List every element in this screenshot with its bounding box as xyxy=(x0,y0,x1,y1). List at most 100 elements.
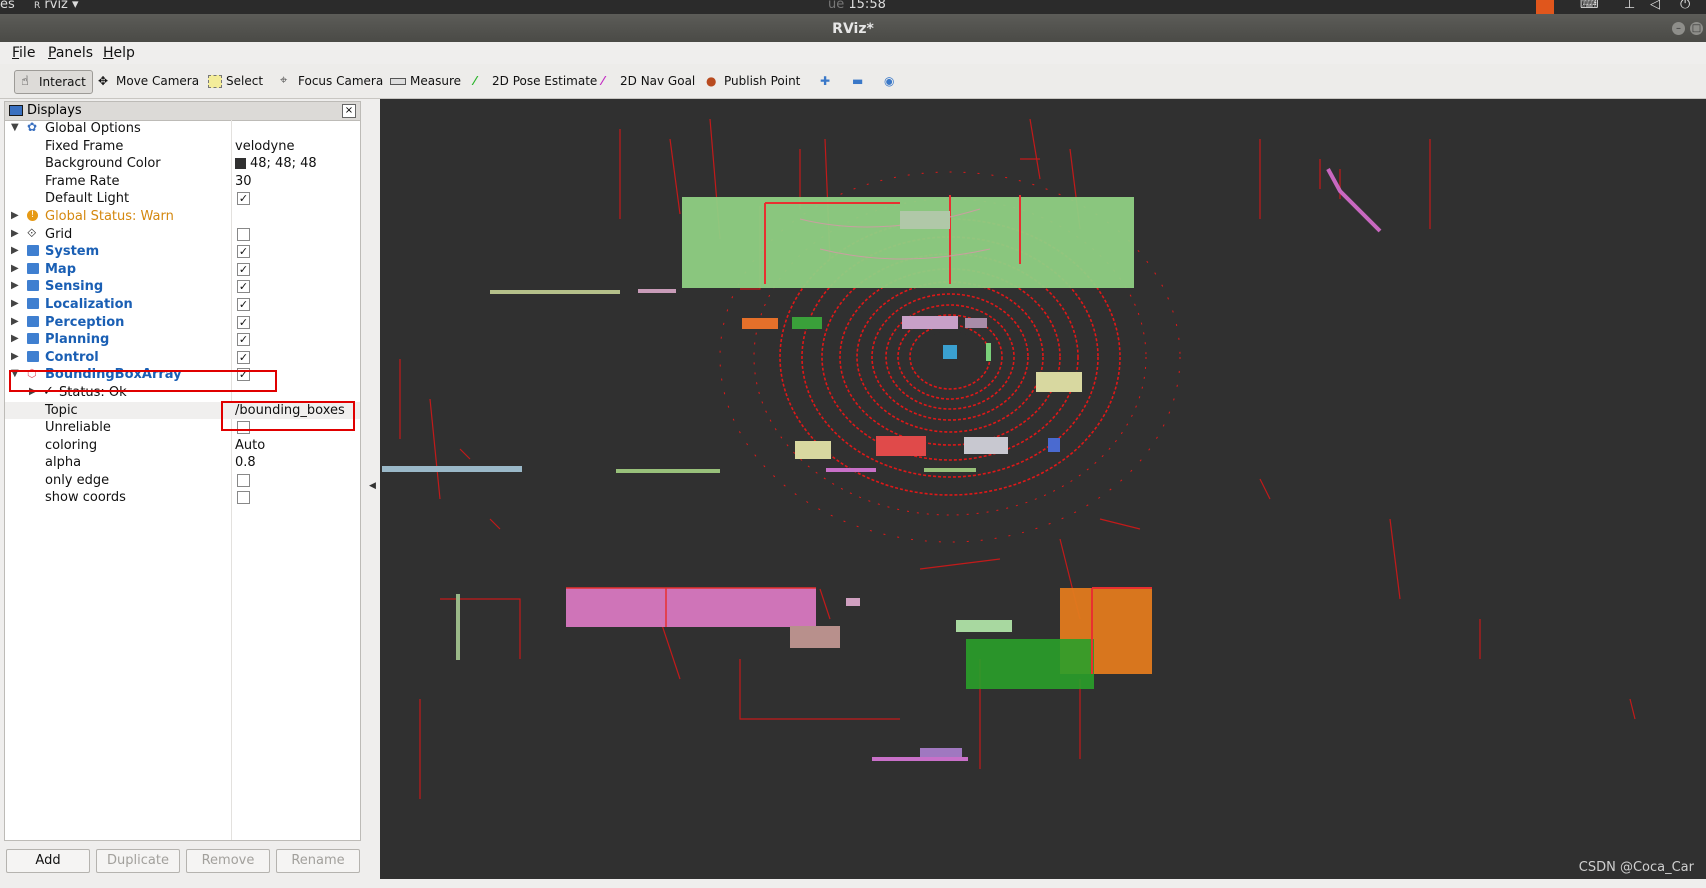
expand-right-icon[interactable]: ▶ xyxy=(11,316,19,327)
hand-icon: ☝ xyxy=(21,74,29,89)
frame-rate-value[interactable]: 30 xyxy=(235,174,252,189)
group-checkbox[interactable]: ✓ xyxy=(237,350,250,364)
tree-row-fixed-frame[interactable]: Fixed Frame velodyne xyxy=(5,138,360,156)
global-status-label: Global Status: Warn xyxy=(45,208,174,224)
tree-row-alpha[interactable]: alpha 0.8 xyxy=(5,454,360,472)
tree-row-group[interactable]: ▶ Localization ✓ xyxy=(5,296,360,314)
expand-right-icon[interactable]: ▶ xyxy=(11,263,19,274)
group-checkbox[interactable]: ✓ xyxy=(237,315,250,329)
coloring-value[interactable]: Auto xyxy=(235,438,265,453)
remove-button[interactable]: Remove xyxy=(186,849,270,873)
maximize-icon[interactable]: □ xyxy=(1690,22,1703,35)
minimize-icon[interactable]: – xyxy=(1672,22,1685,35)
group-checkbox[interactable]: ✓ xyxy=(237,297,250,311)
expand-right-icon[interactable]: ▶ xyxy=(11,351,19,362)
tree-row-background-color[interactable]: Background Color 48; 48; 48 xyxy=(5,155,360,173)
bbox-green-small xyxy=(792,317,822,329)
tree-row-group[interactable]: ▶ Perception ✓ xyxy=(5,314,360,332)
measure-tool[interactable]: Measure xyxy=(390,70,461,92)
background-color-value[interactable]: 48; 48; 48 xyxy=(235,156,317,171)
rename-button[interactable]: Rename xyxy=(276,849,360,873)
chevron-down-icon: ▾ xyxy=(72,0,79,12)
tree-row-default-light[interactable]: Default Light ✓ xyxy=(5,190,360,208)
close-icon[interactable]: × xyxy=(342,104,356,118)
tree-row-global-options[interactable]: ▼ ✿ Global Options xyxy=(5,120,360,138)
fixed-frame-value[interactable]: velodyne xyxy=(235,139,294,154)
tree-row-coloring[interactable]: coloring Auto xyxy=(5,437,360,455)
rail-lower-green xyxy=(924,468,976,472)
publish-point-tool[interactable]: ● Publish Point xyxy=(706,70,800,92)
tree-row-group[interactable]: ▶ Planning ✓ xyxy=(5,331,360,349)
color-swatch xyxy=(235,158,246,170)
bbox-blue-small xyxy=(1048,438,1060,452)
move-camera-label: Move Camera xyxy=(116,74,200,88)
displays-button-bar: Add Duplicate Remove Rename xyxy=(4,843,360,873)
duplicate-button[interactable]: Duplicate xyxy=(96,849,180,873)
group-checkbox[interactable]: ✓ xyxy=(237,280,250,294)
tree-row-show-coords[interactable]: show coords xyxy=(5,489,360,507)
bbox-purple-bottom xyxy=(920,748,962,758)
network-icon[interactable]: ⊥ xyxy=(1624,0,1635,12)
bbox-purple-small xyxy=(902,316,958,329)
folder-icon xyxy=(27,245,39,257)
menu-panels[interactable]: Panels xyxy=(48,45,93,61)
tree-row-global-status[interactable]: ▶ ! Global Status: Warn xyxy=(5,208,360,226)
expand-right-icon[interactable]: ▶ xyxy=(11,280,19,291)
add-tool-button[interactable]: ✚ xyxy=(820,70,834,92)
group-checkbox[interactable]: ✓ xyxy=(237,262,250,276)
default-light-checkbox[interactable]: ✓ xyxy=(237,192,250,206)
collapse-left-icon[interactable]: ◀ xyxy=(369,481,376,491)
displays-header: Displays × xyxy=(5,102,360,121)
move-camera-tool[interactable]: ✥ Move Camera xyxy=(98,70,199,92)
bbox-pink-small xyxy=(846,598,860,606)
clock[interactable]: ue 15:58 xyxy=(828,0,886,12)
grid-checkbox[interactable] xyxy=(237,227,250,241)
group-checkbox[interactable]: ✓ xyxy=(237,333,250,347)
tree-row-group[interactable]: ▶ Map ✓ xyxy=(5,261,360,279)
tree-row-group[interactable]: ▶ Sensing ✓ xyxy=(5,278,360,296)
remove-tool-button[interactable]: ▬ xyxy=(852,70,866,92)
select-tool[interactable]: Select xyxy=(208,70,263,92)
default-light-label: Default Light xyxy=(45,191,130,207)
render-viewport[interactable]: CSDN @Coca_Car xyxy=(380,99,1706,879)
menu-file[interactable]: File xyxy=(12,45,35,61)
map-pin-icon: ● xyxy=(706,74,717,88)
alpha-value[interactable]: 0.8 xyxy=(235,455,256,470)
tree-row-group[interactable]: ▶ System ✓ xyxy=(5,243,360,261)
group-checkbox[interactable]: ✓ xyxy=(237,245,250,259)
camera-type-button[interactable]: ◉ xyxy=(884,70,898,92)
volume-icon[interactable]: ◁ xyxy=(1650,0,1660,12)
bbox-gray-small xyxy=(965,318,987,328)
power-icon[interactable]: ⏻ xyxy=(1680,0,1690,12)
add-button[interactable]: Add xyxy=(6,849,90,873)
expand-down-icon[interactable]: ▼ xyxy=(11,122,19,133)
folder-icon xyxy=(27,333,39,345)
rail-lower-purple xyxy=(826,468,876,472)
focus-camera-tool[interactable]: ⌖ Focus Camera xyxy=(280,70,383,92)
grid-icon: ⟐ xyxy=(27,225,37,240)
rail-lower-mid xyxy=(616,469,720,473)
show-coords-checkbox[interactable] xyxy=(237,491,250,505)
expand-right-icon[interactable]: ▶ xyxy=(11,210,19,221)
tree-row-only-edge[interactable]: only edge xyxy=(5,472,360,490)
app-menu[interactable]: R rviz ▾ xyxy=(34,0,79,12)
pose-estimate-tool[interactable]: ⁄ 2D Pose Estimate xyxy=(474,70,597,92)
tree-row-frame-rate[interactable]: Frame Rate 30 xyxy=(5,173,360,191)
panel-splitter[interactable]: ◀ xyxy=(366,99,380,888)
menu-help[interactable]: Help xyxy=(103,45,135,61)
expand-right-icon[interactable]: ▶ xyxy=(11,228,19,239)
expand-right-icon[interactable]: ▶ xyxy=(11,333,19,344)
expand-right-icon[interactable]: ▶ xyxy=(11,298,19,309)
interact-tool[interactable]: ☝ Interact xyxy=(14,70,93,94)
time-label: 15:58 xyxy=(848,0,886,12)
expand-right-icon[interactable]: ▶ xyxy=(11,245,19,256)
pole-left xyxy=(456,594,460,660)
tree-row-group[interactable]: ▶ Control ✓ xyxy=(5,349,360,367)
only-edge-checkbox[interactable] xyxy=(237,473,250,487)
keyboard-icon[interactable]: ⌨ xyxy=(1580,0,1599,12)
system-left-label: es xyxy=(0,0,15,12)
notification-icon[interactable] xyxy=(1536,0,1554,14)
nav-goal-tool[interactable]: ⁄ 2D Nav Goal xyxy=(602,70,695,92)
rail-mid xyxy=(638,289,676,293)
tree-row-grid[interactable]: ▶ ⟐ Grid xyxy=(5,226,360,244)
